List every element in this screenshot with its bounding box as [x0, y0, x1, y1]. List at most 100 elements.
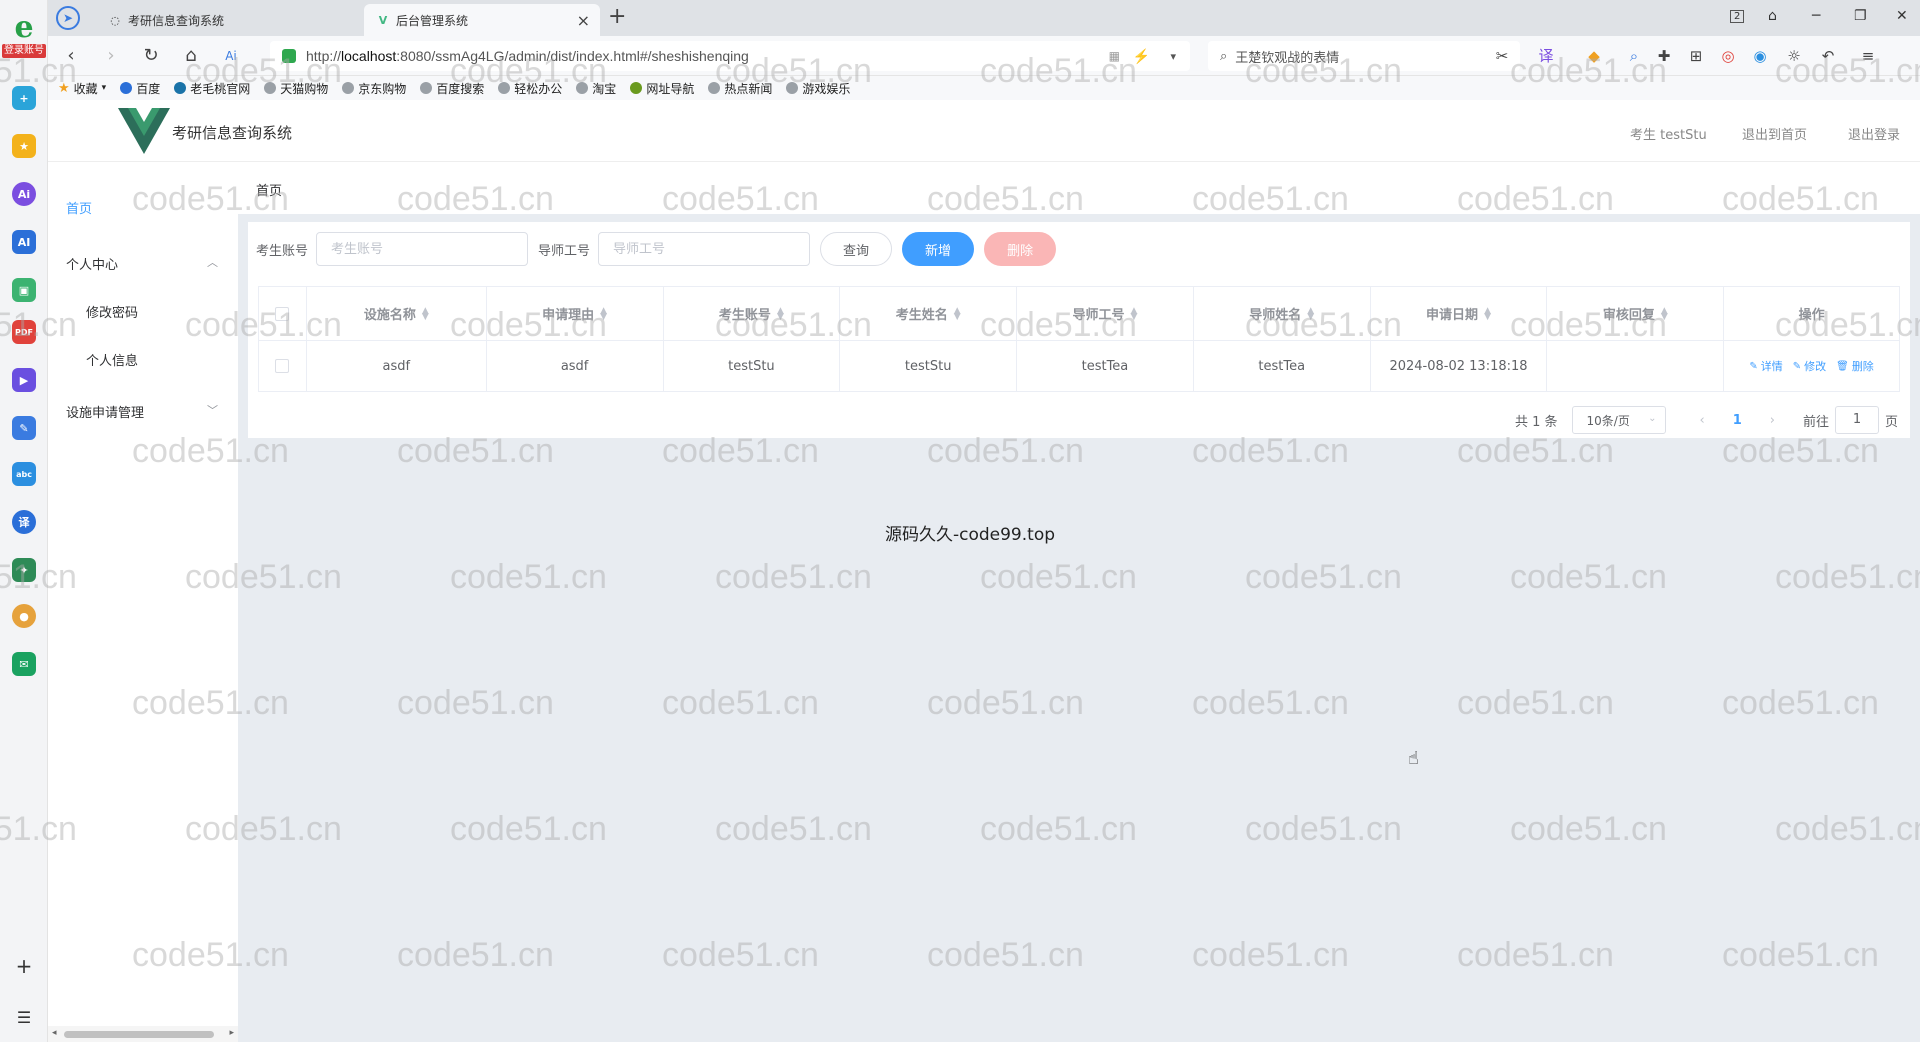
- sort-icon[interactable]: ▲ ▼: [1484, 306, 1491, 321]
- col-header[interactable]: 考生账号 ▲ ▼: [664, 287, 841, 340]
- page-size-select[interactable]: 10条/页 ⌄: [1571, 406, 1666, 434]
- current-page[interactable]: 1: [1733, 413, 1742, 428]
- mindmap-app-icon[interactable]: ✦: [12, 558, 36, 582]
- col-header[interactable]: 导师姓名 ▲ ▼: [1194, 287, 1371, 340]
- menu-personal-info[interactable]: 个人信息: [86, 350, 138, 369]
- scroll-left-icon[interactable]: ◂: [52, 1028, 57, 1038]
- bookmark-jd[interactable]: 京东购物: [342, 80, 406, 97]
- prev-page-icon[interactable]: ‹: [1700, 413, 1705, 428]
- goto-page-input[interactable]: 1: [1834, 406, 1879, 434]
- student-account-input[interactable]: [316, 232, 529, 266]
- back-icon[interactable]: ‹: [60, 45, 82, 67]
- menu-list-icon[interactable]: ☰: [12, 1006, 36, 1030]
- scroll-right-icon[interactable]: ▸: [229, 1028, 234, 1038]
- detail-link[interactable]: ✎ 详情: [1749, 358, 1782, 374]
- bookmark-games[interactable]: 游戏娱乐: [786, 80, 850, 97]
- login-badge[interactable]: 登录账号: [2, 44, 46, 58]
- sort-icon[interactable]: ▲ ▼: [1307, 306, 1314, 321]
- query-button[interactable]: 查询: [820, 232, 893, 266]
- search-field[interactable]: ⌕ 王楚钦观战的表情: [1208, 41, 1520, 71]
- tab-kaoyan[interactable]: ◌ 考研信息查询系统: [96, 4, 360, 36]
- breadcrumb[interactable]: 首页: [256, 180, 282, 199]
- ai-text-app-icon[interactable]: AI: [12, 230, 36, 254]
- col-header[interactable]: 申请日期 ▲ ▼: [1371, 287, 1548, 340]
- col-header[interactable]: 导师工号 ▲ ▼: [1017, 287, 1194, 340]
- scissors-icon[interactable]: ✂: [1492, 46, 1512, 66]
- menu-facility-mgmt[interactable]: 设施申请管理 ﹀: [66, 402, 238, 421]
- abc-app-icon[interactable]: abc: [12, 462, 36, 486]
- tab-admin[interactable]: V 后台管理系统 ×: [364, 4, 600, 36]
- sort-icon[interactable]: ▲ ▼: [422, 306, 429, 321]
- home-icon[interactable]: ⌂: [180, 45, 202, 67]
- navigation-compass-icon[interactable]: ➤: [56, 6, 80, 30]
- notes-app-icon[interactable]: ✎: [12, 416, 36, 440]
- video-app-icon[interactable]: ▶: [12, 368, 36, 392]
- chevron-down-icon[interactable]: ▾: [1170, 50, 1176, 63]
- sort-icon[interactable]: ▲ ▼: [1661, 306, 1668, 321]
- lightning-icon[interactable]: ⚡: [1133, 48, 1150, 65]
- close-window-icon[interactable]: ✕: [1896, 8, 1908, 24]
- undo-icon[interactable]: ↶: [1818, 46, 1838, 66]
- bookmark-news[interactable]: 热点新闻: [708, 80, 772, 97]
- pdf-app-icon[interactable]: PDF: [12, 320, 36, 344]
- restore-icon[interactable]: ❐: [1854, 8, 1867, 24]
- translate-icon[interactable]: 译: [1536, 46, 1556, 66]
- bookmark-nav[interactable]: 网址导航: [630, 80, 694, 97]
- weibo-app-icon[interactable]: ●: [12, 604, 36, 628]
- edit-link[interactable]: ✎ 修改: [1793, 358, 1826, 374]
- bookmark-laomaotao[interactable]: 老毛桃官网: [174, 80, 250, 97]
- sidebar-horizontal-scrollbar[interactable]: ◂ ▸: [48, 1026, 238, 1042]
- table-row[interactable]: asdf asdf testStu testStu testTea testTe…: [259, 341, 1899, 391]
- window-count-badge[interactable]: 2: [1730, 10, 1745, 23]
- row-checkbox[interactable]: [275, 359, 290, 373]
- sort-icon[interactable]: ▲ ▼: [954, 306, 961, 321]
- bookmark-baidu-search[interactable]: 百度搜索: [420, 80, 484, 97]
- bookmark-favorites[interactable]: ★ 收藏 ▾: [58, 80, 106, 97]
- back-home-link[interactable]: 退出到首页: [1742, 124, 1807, 143]
- col-header[interactable]: 设施名称 ▲ ▼: [307, 287, 487, 340]
- col-header[interactable]: 申请理由 ▲ ▼: [487, 287, 664, 340]
- colorful-circle-icon[interactable]: ◎: [1718, 46, 1738, 66]
- logout-link[interactable]: 退出登录: [1848, 124, 1900, 143]
- zoom-icon[interactable]: ⌕: [1624, 46, 1644, 66]
- image-app-icon[interactable]: ▣: [12, 278, 36, 302]
- shirt-icon[interactable]: ⌂: [1768, 8, 1777, 24]
- refresh-icon[interactable]: ↻: [140, 45, 162, 67]
- add-app-icon[interactable]: +: [12, 954, 36, 978]
- bookmark-taobao[interactable]: 淘宝: [576, 80, 616, 97]
- sync-icon[interactable]: ◉: [1750, 46, 1770, 66]
- menu-personal-center[interactable]: 个人中心 ︿: [66, 254, 238, 273]
- ai-assist-icon[interactable]: Ai: [220, 45, 242, 67]
- menu-home[interactable]: 首页: [66, 198, 92, 217]
- bookmark-office[interactable]: 轻松办公: [498, 80, 562, 97]
- sort-icon[interactable]: ▲ ▼: [600, 306, 607, 321]
- col-header[interactable]: 考生姓名 ▲ ▼: [840, 287, 1018, 340]
- browser-logo[interactable]: e 登录账号: [2, 10, 46, 58]
- menu-change-password[interactable]: 修改密码: [86, 302, 138, 321]
- extension-icon[interactable]: ✚: [1654, 46, 1674, 66]
- select-all-checkbox[interactable]: [275, 306, 290, 321]
- translate-app-icon[interactable]: 译: [12, 510, 36, 534]
- delete-button[interactable]: 删除: [984, 232, 1057, 266]
- plus-app-icon[interactable]: +: [12, 86, 36, 110]
- col-header[interactable]: 审核回复 ▲ ▼: [1547, 287, 1725, 340]
- scroll-thumb[interactable]: [64, 1031, 214, 1038]
- menu-icon[interactable]: ≡: [1858, 46, 1878, 66]
- qr-icon[interactable]: ▦: [1109, 49, 1120, 63]
- forward-icon[interactable]: ›: [100, 45, 122, 67]
- brightness-icon[interactable]: ☼: [1784, 46, 1804, 66]
- add-button[interactable]: 新增: [902, 232, 975, 266]
- grid-icon[interactable]: ⊞: [1686, 46, 1706, 66]
- url-field[interactable]: http://localhost:8080/ssmAg4LG/admin/dis…: [270, 41, 1190, 71]
- bookmark-tmall[interactable]: 天猫购物: [264, 80, 328, 97]
- close-tab-icon[interactable]: ×: [577, 11, 590, 30]
- sort-icon[interactable]: ▲ ▼: [777, 306, 784, 321]
- bookmark-baidu[interactable]: 百度: [120, 80, 160, 97]
- ai-app-icon[interactable]: Ai: [12, 182, 36, 206]
- sort-icon[interactable]: ▲ ▼: [1131, 306, 1138, 321]
- delete-link[interactable]: 🗑 删除: [1836, 358, 1874, 374]
- star-app-icon[interactable]: ★: [12, 134, 36, 158]
- minimize-icon[interactable]: ─: [1812, 8, 1820, 24]
- shield-icon[interactable]: ◆: [1584, 46, 1604, 66]
- mail-app-icon[interactable]: ✉: [12, 652, 36, 676]
